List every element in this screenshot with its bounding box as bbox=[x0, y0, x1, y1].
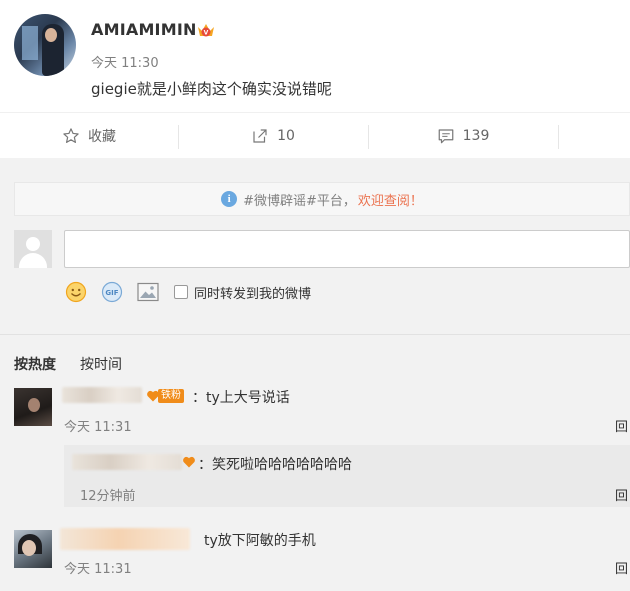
comment-input[interactable] bbox=[64, 230, 630, 268]
vip-crown-icon[interactable]: V bbox=[196, 21, 216, 39]
fan-heart-icon bbox=[183, 456, 195, 468]
repost-count: 10 bbox=[277, 128, 295, 144]
star-icon bbox=[63, 128, 79, 143]
svg-text:V: V bbox=[204, 30, 209, 37]
divider bbox=[558, 125, 559, 149]
emoji-button[interactable] bbox=[64, 280, 88, 304]
notice-text: #微博辟谣#平台， bbox=[243, 193, 356, 209]
sub-reply-timestamp: 12分钟前 bbox=[80, 489, 136, 504]
post-author-avatar[interactable] bbox=[14, 14, 76, 76]
emoji-icon bbox=[65, 281, 87, 303]
comment-bubble-icon bbox=[438, 129, 453, 144]
tab-sort-hot[interactable]: 按热度 bbox=[14, 354, 56, 374]
divider bbox=[0, 334, 630, 335]
info-icon: i bbox=[221, 191, 238, 207]
post-author-name[interactable]: AMIAMIMIN bbox=[91, 20, 197, 39]
fan-badge: 铁粉 bbox=[146, 388, 184, 404]
commenter-avatar[interactable] bbox=[14, 388, 52, 426]
image-button[interactable] bbox=[136, 280, 160, 304]
notice-link[interactable]: 欢迎查阅！ bbox=[358, 190, 423, 209]
post-card: AMIAMIMIN V 今天 11:30 giegie就是小鲜肉这个确实没说错呢 bbox=[0, 0, 630, 112]
current-user-avatar bbox=[14, 230, 52, 268]
forward-label: 同时转发到我的微博 bbox=[194, 286, 312, 302]
reply-button[interactable]: 回 bbox=[615, 416, 628, 435]
comment-button[interactable]: 139 bbox=[368, 113, 558, 159]
comment-timestamp: 今天 11:31 bbox=[64, 562, 132, 577]
commenter-name-blurred[interactable] bbox=[62, 387, 142, 403]
reply-button[interactable]: 回 bbox=[615, 558, 628, 577]
image-icon bbox=[137, 282, 159, 302]
fan-badge-label: 铁粉 bbox=[158, 389, 184, 403]
commenter-avatar[interactable] bbox=[14, 530, 52, 568]
sub-reply-box: ：笑死啦哈哈哈哈哈哈哈 12分钟前 回 bbox=[64, 445, 630, 507]
rumor-notice-banner: i #微博辟谣#平台， 欢迎查阅！ bbox=[14, 182, 630, 216]
favorite-label: 收藏 bbox=[88, 129, 116, 145]
post-action-bar: 收藏 10 139 bbox=[0, 112, 630, 158]
sub-replier-name-blurred[interactable] bbox=[72, 454, 182, 470]
comment-timestamp: 今天 11:31 bbox=[64, 420, 132, 435]
comment-text: ：ty上大号说话 bbox=[192, 390, 290, 406]
commenter-name-blurred[interactable] bbox=[60, 528, 190, 550]
post-timestamp[interactable]: 今天 11:30 bbox=[91, 52, 159, 71]
sub-reply-button[interactable]: 回 bbox=[615, 485, 628, 504]
comment-text: ty放下阿敏的手机 bbox=[204, 533, 316, 549]
comment-count: 139 bbox=[462, 128, 490, 144]
forward-checkbox[interactable]: 同时转发到我的微博 bbox=[174, 283, 311, 302]
gif-button[interactable]: GIF bbox=[100, 280, 124, 304]
favorite-button[interactable]: 收藏 bbox=[0, 113, 178, 159]
composer-toolbar: GIF 同时转发到我的微博 bbox=[64, 278, 311, 306]
sub-reply-text: ：笑死啦哈哈哈哈哈哈哈 bbox=[198, 457, 352, 473]
post-content: giegie就是小鲜肉这个确实没说错呢 bbox=[91, 80, 332, 98]
checkbox-box[interactable] bbox=[174, 285, 188, 299]
gif-icon: GIF bbox=[101, 281, 123, 303]
comment-sort-tabs: 按热度 按时间 bbox=[14, 354, 146, 374]
svg-text:GIF: GIF bbox=[105, 289, 118, 297]
repost-button[interactable]: 10 bbox=[178, 113, 368, 159]
tab-sort-time[interactable]: 按时间 bbox=[80, 354, 122, 374]
repost-arrow-icon bbox=[253, 129, 267, 143]
comment-section: i #微博辟谣#平台， 欢迎查阅！ GIF 同时转发到我的微博 按热度 按时间 … bbox=[0, 158, 630, 591]
